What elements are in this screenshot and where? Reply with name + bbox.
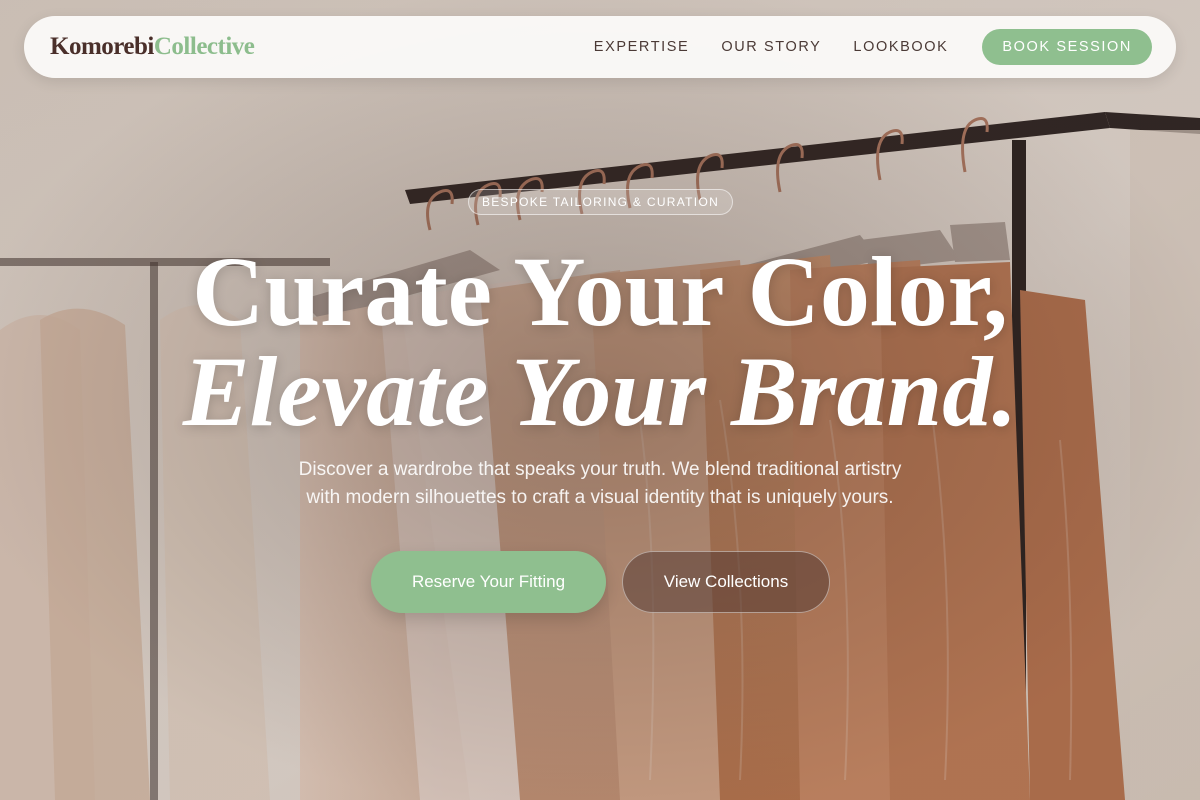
hero-headline-line-1: Curate Your Color,	[192, 236, 1008, 347]
reserve-fitting-button[interactable]: Reserve Your Fitting	[371, 551, 606, 613]
hero-section: BESPOKE TAILORING & CURATION Curate Your…	[0, 0, 1200, 800]
hero-headline-line-2: Elevate Your Brand.	[182, 336, 1018, 447]
hero-description-line-1: Discover a wardrobe that speaks your tru…	[298, 459, 902, 480]
view-collections-button[interactable]: View Collections	[622, 551, 830, 613]
eyebrow-badge: BESPOKE TAILORING & CURATION	[468, 189, 733, 215]
hero-description-line-2: with modern silhouettes to craft a visua…	[306, 487, 894, 508]
hero-description: Discover a wardrobe that speaks your tru…	[250, 456, 950, 512]
